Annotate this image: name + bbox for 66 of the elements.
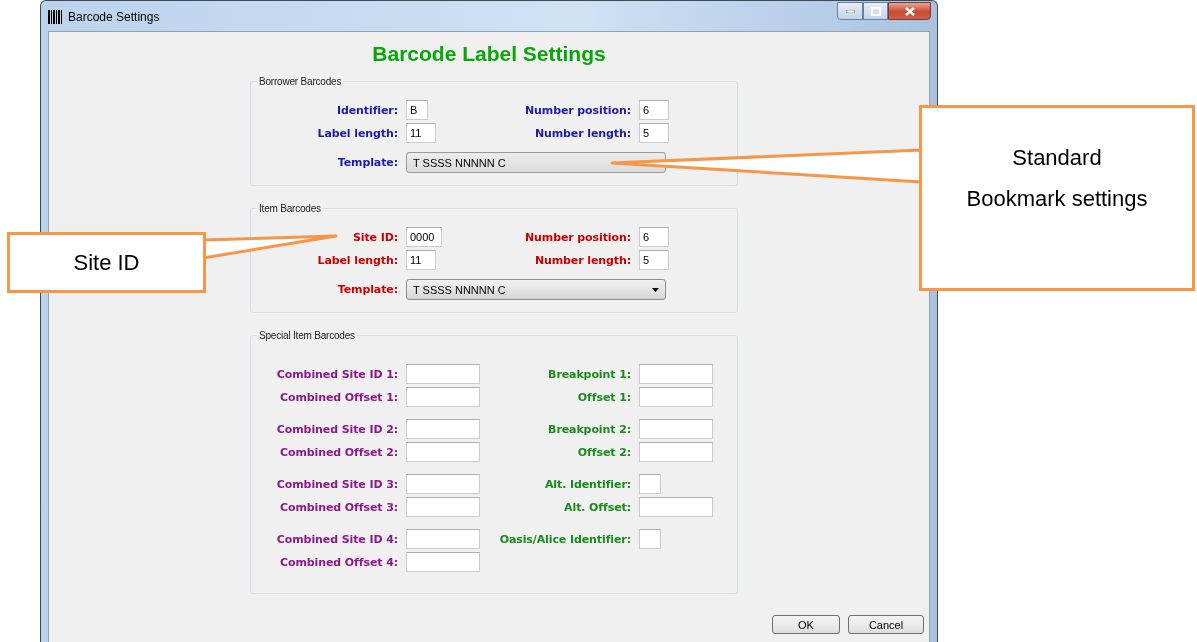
field-label: Offset 2:	[577, 445, 631, 459]
input-field[interactable]	[639, 387, 713, 407]
field-label: Number position:	[524, 230, 631, 244]
field-label: Combined Site ID 2:	[276, 422, 398, 436]
input-field[interactable]	[406, 387, 480, 407]
input-field[interactable]	[639, 364, 713, 384]
input-field[interactable]	[639, 497, 713, 517]
field-label: Template:	[337, 283, 398, 296]
field-label: Site ID:	[352, 230, 398, 244]
field-label: Identifier:	[336, 103, 398, 117]
callout-box: Standard Bookmark settings	[919, 105, 1195, 291]
barcode-icon	[48, 10, 62, 24]
input-field[interactable]	[639, 419, 713, 439]
field-label: Combined Offset 4:	[280, 555, 398, 569]
field-label: Alt. Offset:	[564, 500, 631, 514]
callout-box: Site ID	[7, 232, 206, 293]
field-label: Combined Offset 3:	[280, 500, 398, 514]
caret-icon	[652, 287, 659, 292]
field-label: Number length:	[534, 253, 631, 267]
group-title: Borrower Barcodes	[258, 76, 343, 87]
field-label: Label length:	[317, 253, 398, 267]
field-label: Combined Site ID 1:	[276, 367, 398, 381]
maximize-button[interactable]	[863, 2, 888, 20]
input-field[interactable]	[406, 364, 480, 384]
input-field[interactable]	[639, 474, 661, 494]
field-label: Breakpoint 2:	[548, 422, 631, 436]
group-title: Special Item Barcodes	[258, 330, 356, 341]
close-button[interactable]	[888, 2, 931, 20]
field-label: Label length:	[317, 126, 398, 140]
input-field[interactable]	[406, 419, 480, 439]
template-dropdown[interactable]: T SSSS NNNNN C	[406, 279, 666, 300]
field-label: Combined Offset 2:	[280, 445, 398, 459]
field-label: Template:	[337, 156, 398, 169]
input-field[interactable]	[406, 442, 480, 462]
field-label: Breakpoint 1:	[548, 367, 631, 381]
maximize-icon	[870, 6, 881, 16]
input-field[interactable]	[406, 552, 480, 572]
field-label: Number length:	[534, 126, 631, 140]
field-label: Offset 1:	[577, 390, 631, 404]
input-field[interactable]: 5	[639, 250, 669, 270]
input-field[interactable]: 6	[639, 100, 669, 120]
minimize-button[interactable]	[837, 2, 863, 20]
input-field[interactable]: B	[406, 100, 428, 120]
input-field[interactable]	[406, 529, 480, 549]
window-title: Barcode Settings	[68, 10, 161, 24]
input-field[interactable]	[639, 442, 713, 462]
field-label: Oasis/Alice Identifier:	[499, 532, 631, 546]
input-field[interactable]: 0000	[406, 227, 442, 247]
heading: Barcode Label Settings	[372, 42, 606, 66]
field-label: Alt. Identifier:	[544, 477, 631, 491]
field-label: Combined Site ID 4:	[276, 532, 398, 546]
ok-button[interactable]: OK	[772, 615, 840, 634]
field-label: Number position:	[524, 103, 631, 117]
cancel-button[interactable]: Cancel	[848, 615, 924, 634]
input-field[interactable]	[406, 474, 480, 494]
input-field[interactable]: 5	[639, 123, 669, 143]
input-field[interactable]: 6	[639, 227, 669, 247]
input-field[interactable]	[406, 497, 480, 517]
group-title: Item Barcodes	[258, 203, 322, 214]
input-field[interactable]: 11	[406, 123, 436, 143]
field-label: Combined Offset 1:	[280, 390, 398, 404]
field-label: Combined Site ID 3:	[276, 477, 398, 491]
close-icon	[904, 6, 915, 16]
minimize-icon	[845, 9, 855, 13]
input-field[interactable]: 11	[406, 250, 436, 270]
input-field[interactable]	[639, 529, 661, 549]
